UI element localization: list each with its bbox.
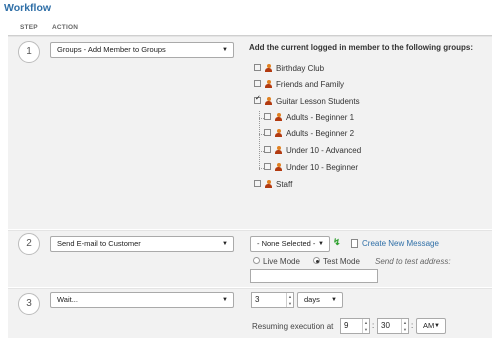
minute-value: 30 [381, 321, 390, 330]
group-label: Adults - Beginner 1 [286, 113, 355, 122]
live-mode-option[interactable]: Live Mode [253, 257, 300, 266]
wait-unit-select[interactable]: days ▼ [297, 292, 343, 308]
hour-stepper[interactable]: 9 ▲ ▼ [340, 318, 370, 334]
group-label: Under 10 - Beginner [286, 163, 359, 172]
group-label: Adults - Beginner 2 [286, 129, 355, 138]
wait-amount-value: 3 [255, 295, 260, 304]
group-label: Under 10 - Advanced [286, 146, 362, 155]
wait-unit-value: days [304, 295, 320, 304]
group-checkbox[interactable] [254, 80, 261, 88]
live-mode-label: Live Mode [263, 257, 300, 266]
group-label: Guitar Lesson Students [276, 97, 360, 106]
chevron-down-icon: ▼ [222, 297, 228, 303]
person-icon [275, 145, 282, 154]
tree-connector [259, 111, 260, 170]
step-number: 1 [18, 41, 40, 63]
document-icon [351, 239, 358, 248]
step-row-1: 1 [8, 36, 492, 229]
test-mode-label: Test Mode [323, 257, 360, 266]
message-select[interactable]: - None Selected - ▼ [250, 236, 330, 252]
time-separator: : [411, 321, 414, 330]
send-to-label: Send to test address: [375, 257, 451, 266]
chevron-down-icon: ▼ [331, 297, 337, 303]
action-select[interactable]: Send E-mail to Customer ▼ [50, 236, 234, 252]
page-title: Workflow [4, 2, 52, 14]
group-label: Staff [276, 180, 293, 189]
action-select-value: Groups - Add Member to Groups [57, 45, 166, 54]
link-icon[interactable]: ↯ [333, 237, 341, 248]
test-mode-radio[interactable] [313, 257, 320, 265]
group-item-adults-beginner-1[interactable]: Adults - Beginner 1 [264, 112, 355, 125]
person-icon [265, 179, 272, 188]
resume-label: Resuming execution at [252, 322, 334, 331]
test-mode-option[interactable]: Test Mode [313, 257, 360, 266]
person-icon [275, 128, 282, 137]
group-checkbox-checked[interactable] [254, 94, 261, 105]
person-icon [275, 112, 282, 121]
group-item-friends-and-family[interactable]: Friends and Family [254, 79, 345, 92]
person-icon [265, 96, 272, 105]
ampm-value: AM [423, 321, 435, 330]
group-checkbox[interactable] [264, 163, 271, 171]
action-select-value: Send E-mail to Customer [57, 239, 141, 248]
step-column-header: STEP [20, 24, 38, 31]
action-select[interactable]: Groups - Add Member to Groups ▼ [50, 42, 234, 58]
group-checkbox[interactable] [264, 129, 271, 137]
chevron-down-icon: ▼ [222, 47, 228, 53]
group-checkbox[interactable] [264, 113, 271, 121]
group-item-under-10-beginner[interactable]: Under 10 - Beginner [264, 162, 359, 175]
chevron-down-icon: ▼ [434, 323, 440, 329]
spinner-arrows-icon[interactable]: ▲ ▼ [362, 319, 369, 333]
chevron-down-icon: ▼ [222, 241, 228, 247]
step-number: 3 [18, 293, 40, 315]
create-new-message-link[interactable]: Create New Message [362, 239, 439, 248]
person-icon [265, 63, 272, 72]
action-select-value: Wait... [57, 295, 78, 304]
person-icon [265, 79, 272, 88]
minute-stepper[interactable]: 30 ▲ ▼ [377, 318, 409, 334]
group-checkbox[interactable] [264, 146, 271, 154]
chevron-down-icon: ▼ [318, 241, 324, 247]
action-select[interactable]: Wait... ▼ [50, 292, 234, 308]
group-checkbox[interactable] [254, 180, 261, 188]
action-column-header: ACTION [52, 24, 79, 31]
hour-value: 9 [344, 321, 349, 330]
ampm-select[interactable]: AM ▼ [416, 318, 446, 334]
spinner-arrows-icon[interactable]: ▲ ▼ [286, 293, 293, 307]
group-item-adults-beginner-2[interactable]: Adults - Beginner 2 [264, 128, 355, 141]
step-number: 2 [18, 233, 40, 255]
time-separator: : [372, 321, 375, 330]
message-select-value: - None Selected - [257, 239, 316, 248]
group-item-guitar-lesson-students[interactable]: Guitar Lesson Students [254, 94, 360, 109]
group-item-under-10-advanced[interactable]: Under 10 - Advanced [264, 145, 362, 158]
group-label: Friends and Family [276, 80, 345, 89]
groups-instructions: Add the current logged in member to the … [249, 43, 473, 52]
group-label: Birthday Club [276, 64, 325, 73]
group-item-staff[interactable]: Staff [254, 179, 293, 192]
live-mode-radio[interactable] [253, 257, 260, 265]
group-checkbox[interactable] [254, 64, 261, 72]
person-icon [275, 162, 282, 171]
test-address-input[interactable] [250, 269, 378, 283]
group-item-birthday-club[interactable]: Birthday Club [254, 63, 325, 76]
spinner-arrows-icon[interactable]: ▲ ▼ [401, 319, 408, 333]
wait-amount-stepper[interactable]: 3 ▲ ▼ [251, 292, 294, 308]
